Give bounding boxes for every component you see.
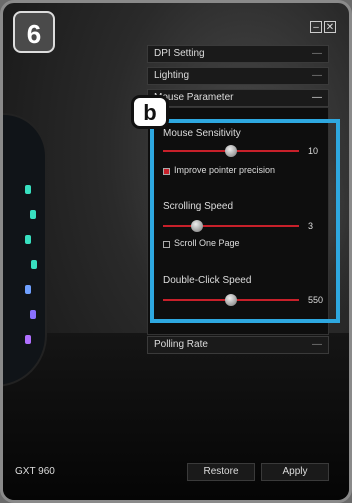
minimize-icon[interactable]: – — [310, 21, 322, 33]
close-icon[interactable]: ✕ — [324, 21, 336, 33]
apply-button[interactable]: Apply — [261, 463, 329, 481]
step-letter-badge: b — [131, 95, 169, 129]
step-number-badge: 6 — [13, 11, 55, 53]
restore-button[interactable]: Restore — [187, 463, 255, 481]
section-dpi-setting[interactable]: DPI Setting — — [147, 45, 329, 63]
section-lighting[interactable]: Lighting — — [147, 67, 329, 85]
mouse-image — [3, 113, 47, 387]
section-label: Lighting — [154, 70, 190, 81]
highlight-box — [150, 119, 340, 323]
section-polling-rate[interactable]: Polling Rate — — [147, 336, 329, 354]
app-window: 6 – ✕ DPI Setting — Lighting — Mouse Par… — [0, 0, 352, 503]
expand-toggle-icon[interactable]: — — [312, 68, 322, 84]
collapse-toggle-icon[interactable]: — — [312, 90, 322, 106]
model-name: GXT 960 — [15, 466, 55, 477]
section-label: Polling Rate — [154, 339, 208, 350]
expand-toggle-icon[interactable]: — — [312, 46, 322, 62]
expand-toggle-icon[interactable]: — — [312, 337, 322, 353]
section-label: DPI Setting — [154, 48, 205, 59]
section-mouse-parameter[interactable]: Mouse Parameter — — [147, 89, 329, 107]
